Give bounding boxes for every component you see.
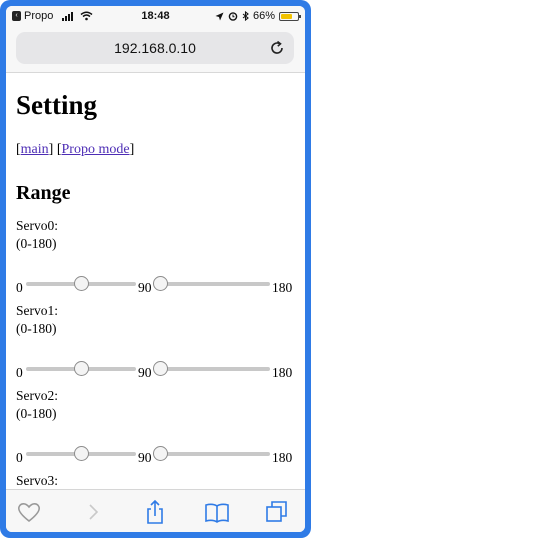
- bookmarks-icon[interactable]: [204, 499, 230, 525]
- mid-label: 90: [138, 365, 152, 380]
- section-title: Range: [16, 182, 71, 204]
- mid-label: 90: [138, 280, 152, 295]
- min-slider[interactable]: [26, 361, 136, 376]
- min-slider[interactable]: [26, 446, 136, 461]
- phone-screen: ‹ Propo 18:48 66% 192.168.0.10 Setting […: [6, 6, 305, 532]
- min-label: 0: [16, 365, 23, 380]
- nav-links: [main] [Propo mode]: [16, 142, 135, 157]
- propo-mode-link[interactable]: Propo mode: [62, 142, 130, 157]
- heart-icon[interactable]: [16, 499, 42, 525]
- main-link[interactable]: main: [21, 142, 49, 157]
- forward-icon[interactable]: [80, 499, 106, 525]
- max-slider[interactable]: [153, 361, 270, 376]
- max-slider-thumb[interactable]: [153, 361, 168, 376]
- battery-percentage: 66%: [252, 10, 275, 22]
- browser-toolbar-bottom: [6, 489, 305, 532]
- min-label: 0: [16, 450, 23, 465]
- min-slider-thumb[interactable]: [74, 361, 89, 376]
- status-right: 66%: [215, 10, 301, 22]
- servo-sliders: 0 90 180: [16, 274, 298, 296]
- min-slider-thumb[interactable]: [74, 276, 89, 291]
- min-slider-thumb[interactable]: [74, 446, 89, 461]
- max-label: 180: [272, 450, 293, 465]
- servo-name: Servo2:: [16, 388, 58, 403]
- max-slider[interactable]: [153, 276, 270, 291]
- servo-sliders: 0 90 180: [16, 444, 298, 466]
- servo-range-label: (0-180): [16, 321, 57, 336]
- alarm-icon: [228, 12, 238, 21]
- page-title: Setting: [16, 90, 97, 120]
- battery-icon: [279, 11, 301, 21]
- servo-sliders: 0 90 180: [16, 359, 298, 381]
- battery-fill: [281, 13, 292, 19]
- reload-icon[interactable]: [268, 39, 286, 57]
- max-slider[interactable]: [153, 446, 270, 461]
- servo-range-label: (0-180): [16, 406, 57, 421]
- address-bar[interactable]: 192.168.0.10: [16, 32, 294, 64]
- servo-range-label: (0-180): [16, 236, 57, 251]
- max-slider-thumb[interactable]: [153, 446, 168, 461]
- servo-name: Servo0:: [16, 218, 58, 233]
- browser-toolbar-top: 192.168.0.10: [6, 28, 305, 73]
- bluetooth-icon: [242, 11, 249, 21]
- tabs-icon[interactable]: [264, 499, 290, 525]
- servo-name: Servo3:: [16, 473, 58, 488]
- min-slider[interactable]: [26, 276, 136, 291]
- min-label: 0: [16, 280, 23, 295]
- device-frame: ‹ Propo 18:48 66% 192.168.0.10 Setting […: [0, 0, 311, 538]
- max-label: 180: [272, 280, 293, 295]
- servo-name: Servo1:: [16, 303, 58, 318]
- status-bar: ‹ Propo 18:48 66%: [6, 6, 305, 28]
- url-text[interactable]: 192.168.0.10: [16, 40, 294, 56]
- location-arrow-icon: [215, 12, 224, 20]
- share-icon[interactable]: [142, 499, 168, 525]
- max-slider-thumb[interactable]: [153, 276, 168, 291]
- mid-label: 90: [138, 450, 152, 465]
- max-label: 180: [272, 365, 293, 380]
